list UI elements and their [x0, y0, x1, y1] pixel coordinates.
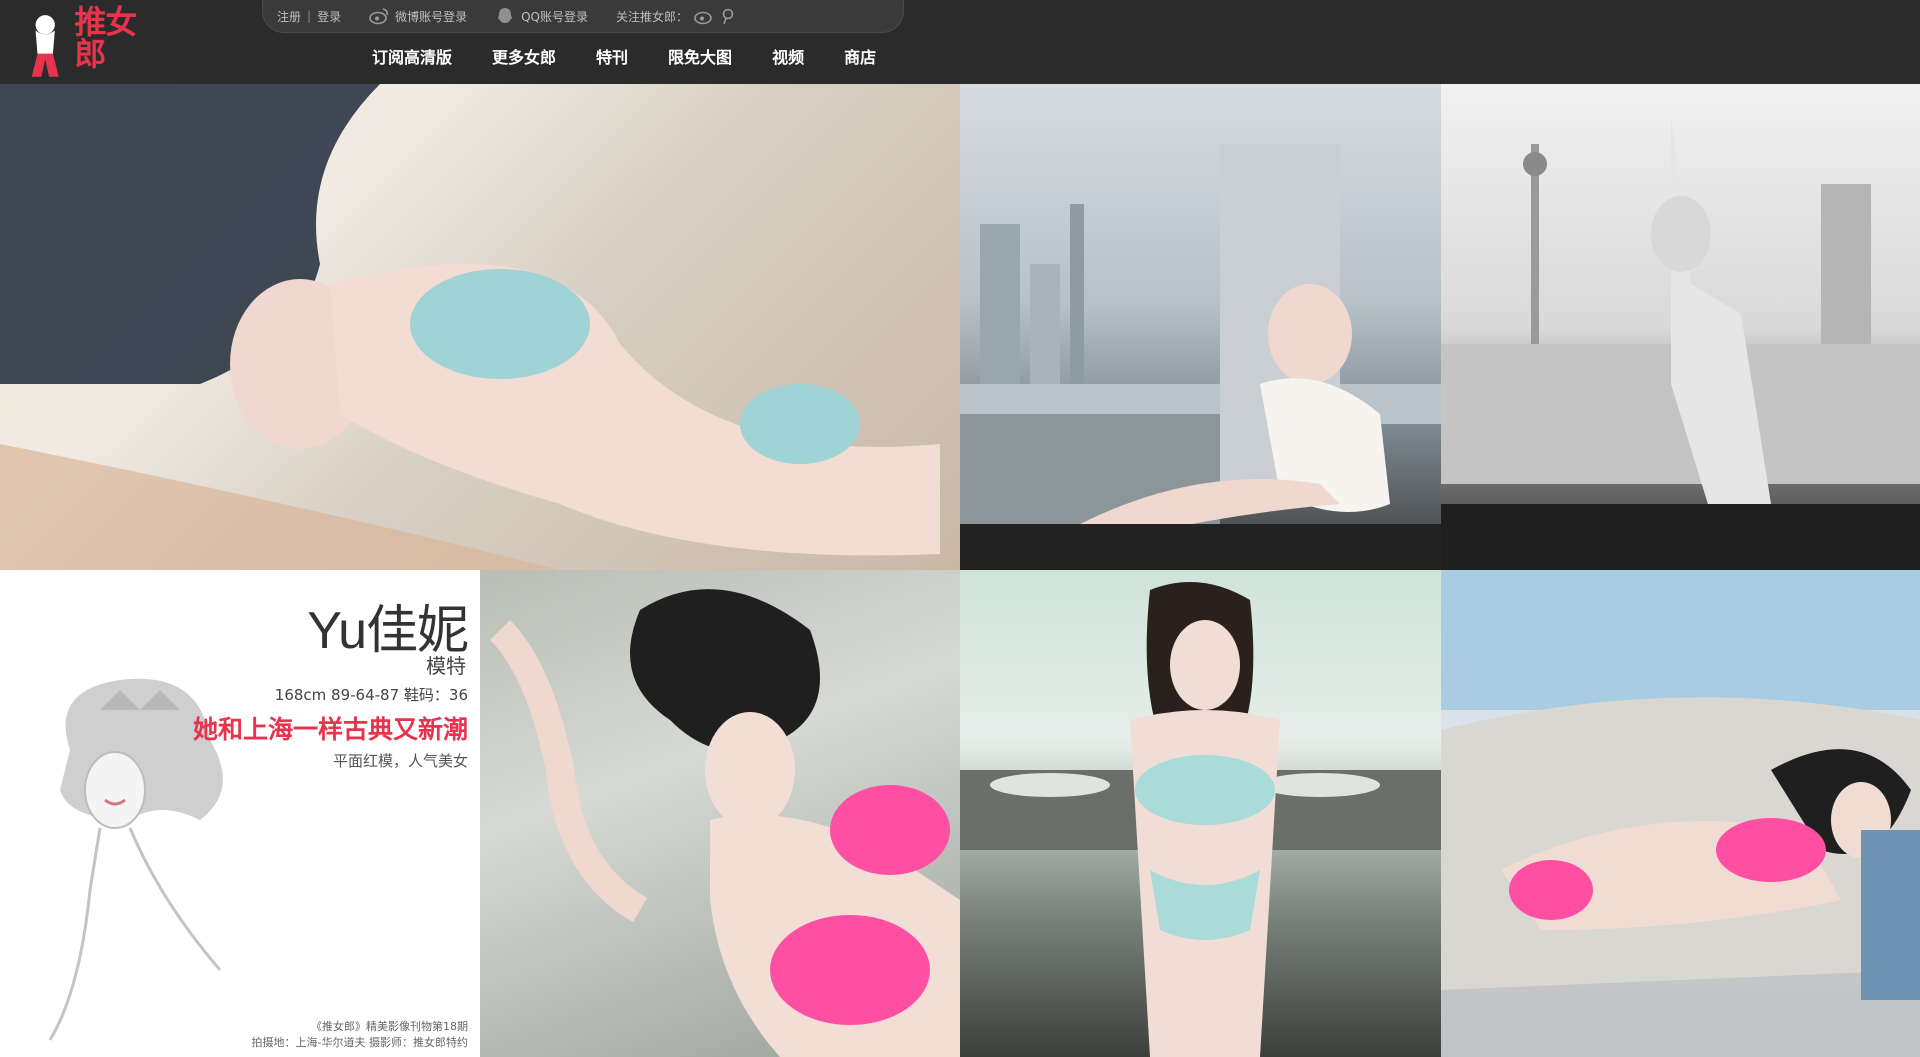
logo-text: 推女郎: [74, 3, 137, 73]
nav-free-large[interactable]: 限免大图: [648, 46, 752, 70]
topbar: 注册 | 登录 微博账号登录 QQ账号登录 关注推女郎：: [262, 0, 904, 33]
photo-tile-3[interactable]: [1441, 84, 1920, 570]
qq-icon: [498, 8, 512, 23]
weibo-icon: [369, 8, 389, 25]
photo-2: [960, 144, 1441, 570]
photo-tile-1[interactable]: [0, 84, 960, 570]
nav-shop[interactable]: 商店: [824, 46, 896, 70]
nav-subscribe-hd[interactable]: 订阅高清版: [352, 46, 472, 70]
topbar-separator: |: [307, 9, 312, 23]
weibo-login-label: 微博账号登录: [395, 9, 468, 24]
photo-6: [1441, 570, 1920, 1000]
issue-credit: 《推女郎》精美影像刊物第18期: [311, 1020, 468, 1033]
site-header: 推女郎 注册 | 登录 微博账号登录 QQ账号登录 关注推女郎： 订阅高清版 更…: [0, 0, 1920, 84]
qq-login-label: QQ账号登录: [521, 9, 588, 24]
model-description: 平面红模，人气美女: [332, 752, 468, 770]
model-stats: 168cm 89-64-87 鞋码：36: [274, 686, 468, 704]
photo-1: [0, 84, 940, 570]
photo-tile-6[interactable]: [1441, 570, 1920, 1057]
photo-4: [489, 589, 960, 1057]
nav-more-models[interactable]: 更多女郎: [472, 46, 576, 70]
photo-5: [960, 582, 1441, 1057]
qq-login[interactable]: QQ账号登录: [481, 7, 602, 25]
weibo-login[interactable]: 微博账号登录: [355, 7, 481, 25]
photo-tile-5[interactable]: [960, 570, 1441, 1057]
site-logo[interactable]: 推女郎: [24, 6, 164, 80]
login-link[interactable]: 登录: [317, 8, 341, 25]
register-link[interactable]: 注册: [277, 8, 301, 25]
tencent-weibo-icon[interactable]: [720, 7, 740, 25]
photo-tile-2[interactable]: [960, 84, 1441, 570]
logo-woman-icon: [31, 15, 59, 77]
nav-video[interactable]: 视频: [752, 46, 824, 70]
model-info-panel: Yu佳妮 模特 168cm 89-64-87 鞋码：36 她和上海一样古典又新潮…: [0, 570, 480, 1057]
model-role: 模特: [426, 654, 466, 678]
model-tagline: 她和上海一样古典又新潮: [192, 715, 468, 744]
photo-tile-4[interactable]: [480, 570, 960, 1057]
nav-special[interactable]: 特刊: [576, 46, 648, 70]
main-nav: 订阅高清版 更多女郎 特刊 限免大图 视频 商店: [352, 46, 896, 70]
photo-3: [1441, 114, 1920, 570]
location-credit: 拍摄地：上海-华尔道夫 摄影师：推女郎特约: [251, 1036, 468, 1049]
follow-label: 关注推女郎：: [616, 9, 689, 24]
weibo-follow-icon[interactable]: [694, 7, 714, 25]
